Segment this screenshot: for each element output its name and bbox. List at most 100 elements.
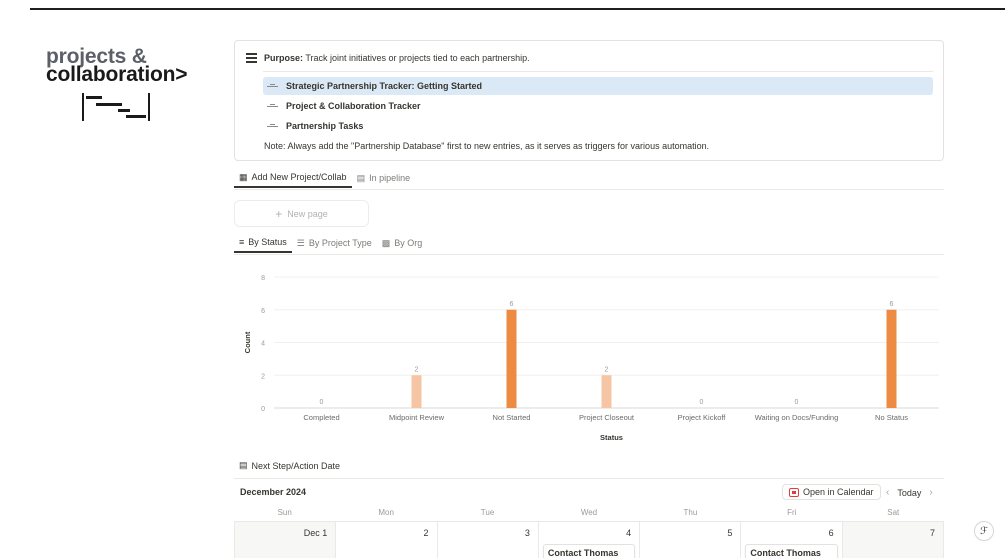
link-partnership-tasks[interactable]: Partnership Tasks [263, 117, 933, 135]
link-label: Strategic Partnership Tracker: Getting S… [286, 81, 483, 91]
weekday-label: Wed [580, 508, 598, 517]
view-tabs-divider [234, 189, 944, 190]
menu-icon [246, 53, 257, 63]
x-axis-label: Status [600, 433, 623, 442]
tab-by-status[interactable]: ≡ By Status [234, 233, 292, 253]
tab-in-pipeline[interactable]: ▤ In pipeline [352, 168, 416, 188]
tab-add-new-project[interactable]: ▦ Add New Project/Collab [234, 168, 352, 188]
stack-icon: ≡ [239, 237, 245, 247]
link-project-tracker[interactable]: Project & Collaboration Tracker [263, 97, 933, 115]
x-tick-label: Completed [303, 413, 339, 422]
calendar-day-sat[interactable]: 7 [842, 522, 944, 558]
chart-tabs: ≡ By Status ☰ By Project Type ▩ By Org [234, 233, 427, 253]
day-number: 3 [524, 528, 530, 538]
weekday-label: Sat [887, 508, 900, 517]
tab-by-org[interactable]: ▩ By Org [377, 233, 428, 253]
weekday-label: Tue [480, 508, 495, 517]
weekday-label: Sun [277, 508, 292, 517]
calendar-day-mon[interactable]: 2 [336, 522, 438, 558]
brand-header: projects & collaboration> [46, 46, 216, 121]
weekday-label: Fri [787, 508, 797, 517]
link-label: Project & Collaboration Tracker [286, 101, 421, 111]
day-number: 5 [727, 528, 733, 538]
tab-label: In pipeline [369, 173, 411, 183]
day-number: 2 [423, 528, 429, 538]
automation-note: Note: Always add the "Partnership Databa… [264, 141, 710, 151]
data-label: 0 [320, 399, 324, 406]
weekday-label: Mon [378, 508, 394, 517]
day-number: Dec 1 [303, 528, 328, 538]
calendar-nav: ‹ Today › [886, 487, 933, 498]
open-in-calendar-button[interactable]: Open in Calendar [782, 484, 881, 500]
y-tick-label: 8 [261, 275, 265, 282]
open-in-calendar-label: Open in Calendar [803, 487, 874, 497]
tab-label: By Org [394, 238, 423, 248]
calendar-icon: ▤ [239, 460, 248, 470]
calendar-section-title: Next Step/Action Date [251, 460, 341, 471]
purpose-description: Track joint initiatives or projects tied… [305, 53, 530, 63]
status-bar-chart: 0 2 4 6 8 0 Completed 2 Midpoint Review 6 Not Star… [243, 275, 939, 442]
data-label: 6 [890, 301, 894, 308]
new-page-button[interactable]: + New page [234, 200, 369, 227]
calendar-day-tue[interactable]: 3 [437, 522, 539, 558]
page-link-icon [267, 83, 278, 89]
tab-by-project-type[interactable]: ☰ By Project Type [292, 233, 377, 253]
bar [411, 375, 422, 408]
calendar-day-sun[interactable]: Dec 1 [235, 522, 337, 558]
calendar-day-fri[interactable]: 6 Contact Thomas [741, 522, 843, 558]
data-label: 0 [795, 399, 799, 406]
x-tick-label: Project Closeout [579, 413, 635, 422]
link-label: Partnership Tasks [286, 121, 364, 131]
view-tabs: ▦ Add New Project/Collab ▤ In pipeline [234, 168, 415, 188]
bar [506, 309, 517, 408]
brand-title-line2: collaboration> [46, 63, 188, 86]
x-tick-label: Project Kickoff [678, 413, 727, 422]
tab-label: By Status [248, 237, 287, 247]
day-number: 7 [929, 528, 935, 538]
top-divider [30, 8, 1005, 10]
data-label: 6 [510, 301, 514, 308]
table-icon: ▤ [356, 172, 366, 183]
weekday-header: Sun Mon Tue Wed Thu Fri Sat [234, 508, 944, 517]
calendar-month: December 2024 [240, 487, 307, 497]
weekday-label: Thu [683, 508, 698, 517]
calendar-event[interactable]: Contact Thomas [542, 544, 636, 558]
bar-chart-icon: ▩ [381, 237, 391, 248]
tab-label: By Project Type [308, 238, 372, 248]
ai-assistant-icon[interactable]: ℱ [974, 521, 994, 541]
gantt-art-icon [82, 93, 150, 121]
x-tick-label: No Status [875, 413, 908, 422]
page-link-icon [267, 103, 278, 109]
x-tick-label: Not Started [493, 413, 531, 422]
new-page-label: New page [287, 208, 328, 219]
data-label: 2 [605, 366, 609, 373]
callout-divider [263, 71, 933, 72]
gallery-icon: ▦ [239, 171, 248, 182]
purpose-label: Purpose: [264, 53, 304, 63]
y-tick-label: 4 [261, 341, 265, 348]
calendar-day-wed[interactable]: 4 Contact Thomas [538, 522, 641, 558]
plus-icon: + [275, 206, 283, 221]
x-tick-label: Midpoint Review [389, 413, 445, 422]
bar [886, 309, 897, 408]
y-axis-label: Count [243, 331, 252, 353]
bar [601, 375, 612, 408]
purpose-text: Purpose: Track joint initiatives or proj… [264, 53, 530, 63]
x-tick-label: Waiting on Docs/Funding [755, 413, 839, 422]
chart-tabs-divider [234, 254, 944, 255]
y-tick-label: 0 [261, 406, 265, 413]
data-label: 0 [700, 399, 704, 406]
y-tick-label: 2 [261, 373, 265, 380]
link-getting-started[interactable]: Strategic Partnership Tracker: Getting S… [263, 77, 933, 95]
page-link-icon [267, 123, 278, 129]
day-number: 4 [626, 528, 632, 538]
tab-label: Add New Project/Collab [251, 172, 347, 182]
chevron-right-icon[interactable]: › [929, 487, 932, 498]
calendar-divider [234, 478, 944, 479]
day-number: 6 [828, 528, 834, 538]
chevron-left-icon[interactable]: ‹ [886, 487, 889, 498]
y-tick-label: 6 [261, 308, 265, 315]
calendar-day-thu[interactable]: 5 [640, 522, 742, 558]
today-button[interactable]: Today [897, 488, 921, 498]
calendar-event[interactable]: Contact Thomas [745, 544, 838, 558]
